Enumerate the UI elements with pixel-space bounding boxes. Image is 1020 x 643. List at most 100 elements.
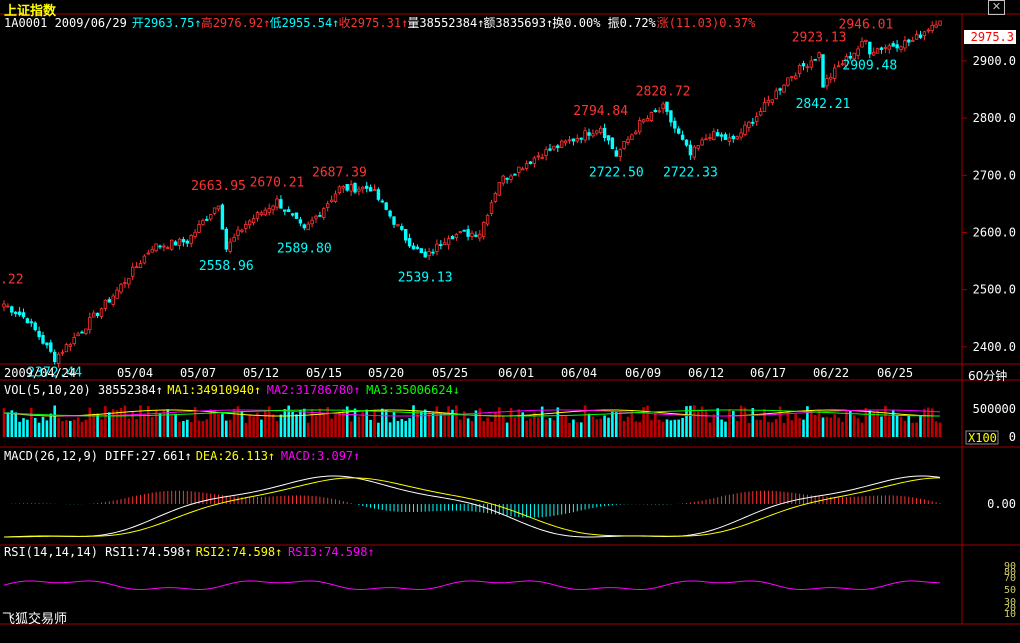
volume-bar: [221, 413, 224, 437]
candle-body: [454, 233, 459, 238]
volume-bar: [825, 416, 829, 437]
candle-body: [103, 299, 108, 309]
candle-body: [602, 127, 607, 138]
candle-body: [938, 20, 942, 26]
candle-body: [302, 224, 306, 229]
candle-body: [407, 238, 412, 247]
volume-bar: [474, 410, 478, 437]
volume-bar: [657, 419, 661, 437]
candle-body: [532, 157, 537, 164]
volume-bar: [182, 421, 185, 437]
volume-bar: [459, 419, 462, 437]
candle-body: [10, 306, 14, 313]
volume-bar: [837, 417, 840, 437]
candle-body: [727, 137, 732, 142]
candle-body: [228, 241, 232, 252]
rsi-tick-label: 70: [1004, 573, 1016, 584]
volume-bar: [817, 409, 821, 437]
candle-body: [641, 119, 646, 123]
candle-body: [166, 247, 170, 249]
candle-body: [95, 312, 100, 316]
candle-body: [595, 130, 599, 134]
candle-body: [696, 145, 700, 149]
candle-body: [665, 101, 669, 112]
rsi-legend-segment: RSI(14,14,14) RSI1:74.598↑: [4, 545, 192, 559]
volume-bar: [735, 421, 739, 437]
candle-body: [751, 121, 755, 124]
volume-bar: [65, 420, 68, 437]
candle-body: [380, 200, 384, 203]
rsi-tick-label: 50: [1004, 585, 1016, 596]
volume-bar: [61, 421, 64, 437]
candle-body: [220, 204, 225, 230]
volume-bar: [384, 409, 388, 437]
volume-bar: [911, 422, 914, 437]
volume-bar: [915, 422, 918, 437]
volume-bar: [681, 417, 684, 437]
candle-body: [899, 46, 903, 50]
candle-body: [205, 218, 209, 221]
candle-body: [275, 198, 279, 208]
candle-body: [813, 58, 817, 61]
candle-body: [708, 137, 712, 139]
close-button[interactable]: ✕: [988, 0, 1005, 15]
candle-body: [318, 215, 322, 217]
volume-bar: [661, 421, 665, 437]
volume-bar: [728, 409, 731, 437]
candle-body: [72, 336, 76, 344]
period-selector[interactable]: 60分钟: [968, 367, 1007, 384]
volume-bar: [700, 406, 704, 437]
candle-body: [782, 84, 786, 93]
date-label: 06/04: [561, 366, 597, 380]
volume-bar: [303, 408, 306, 437]
candle-body: [442, 242, 447, 246]
volume-bar: [455, 405, 458, 437]
volume-bar: [244, 422, 248, 437]
candle-body: [255, 212, 260, 219]
candle-body: [279, 199, 283, 209]
candle-body: [236, 229, 240, 236]
candle-body: [778, 88, 782, 91]
candle-body: [794, 75, 798, 80]
price-annotation-label: 2722.33: [663, 166, 718, 181]
candle-body: [37, 330, 41, 338]
volume-bar: [540, 406, 544, 437]
candle-body: [92, 312, 96, 318]
volume-bar: [673, 419, 677, 437]
price-annotation-label: 2794.84: [573, 104, 628, 119]
candle-body: [251, 218, 256, 223]
volume-bar: [880, 416, 883, 437]
candle-body: [836, 65, 841, 68]
candle-body: [501, 175, 505, 184]
candle-body: [903, 40, 907, 49]
candle-body: [384, 202, 388, 210]
date-label: 05/20: [368, 366, 404, 380]
volume-bar: [513, 417, 517, 437]
volume-bar: [357, 416, 361, 437]
candle-body: [419, 248, 423, 254]
volume-bar: [236, 406, 240, 437]
date-label: 06/17: [750, 366, 786, 380]
candle-body: [704, 138, 708, 141]
candle-body: [493, 193, 498, 202]
candle-body: [743, 124, 747, 135]
candle-body: [540, 157, 544, 159]
candle-body: [314, 215, 318, 219]
candle-body: [33, 322, 37, 331]
info-segment: 量38552384↑: [407, 16, 484, 30]
candle-body: [825, 78, 829, 87]
date-axis: 2009/04/24 05/04 05/07 05/12 05/15 05/20 05/25…: [4, 366, 913, 380]
candle-body: [458, 231, 462, 234]
candle-body: [606, 135, 611, 141]
candle-body: [21, 312, 26, 318]
candle-body: [329, 199, 334, 202]
price-annotations: 1.222372.442663.952558.962670.212589.802…: [0, 18, 897, 381]
volume-bar: [295, 414, 298, 437]
volume-bar: [626, 416, 630, 437]
candle-body: [563, 140, 568, 144]
candle-body: [115, 289, 119, 299]
candle-body: [392, 216, 396, 225]
date-label: 05/12: [243, 366, 279, 380]
volume-bar: [33, 417, 37, 437]
vol-tick-label: 0: [1009, 430, 1016, 444]
